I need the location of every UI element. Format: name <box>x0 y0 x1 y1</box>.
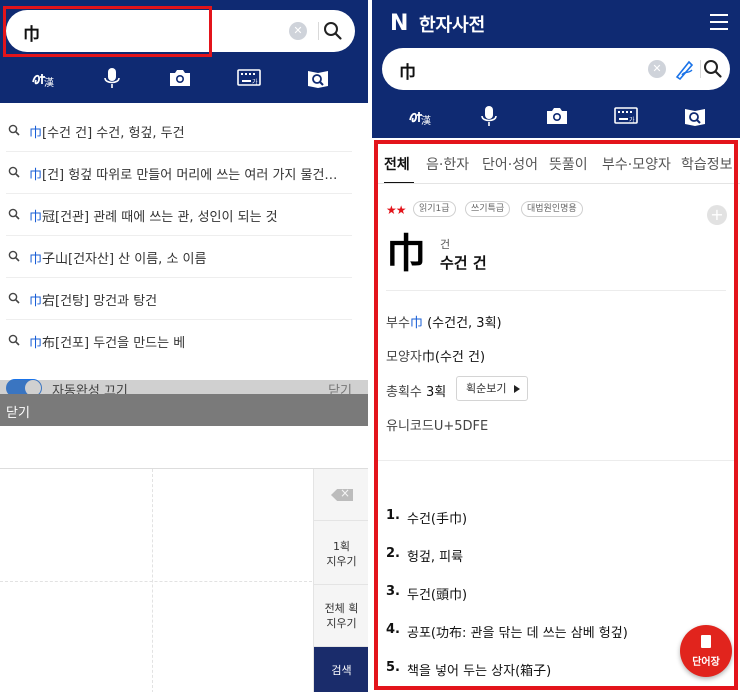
search-icon <box>8 292 20 304</box>
suggestion-item[interactable]: 巾[수건 건] 수건, 헝겊, 두건 <box>6 110 352 152</box>
search-divider <box>700 60 701 78</box>
suggestion-item[interactable]: 巾布[건포] 두건을 만드는 베 <box>6 320 352 362</box>
backspace-button[interactable] <box>314 469 368 521</box>
search-icon <box>8 166 20 178</box>
pad-search-button[interactable]: 검색 <box>314 647 368 692</box>
suggestion-text: 巾布[건포] 두건을 만드는 베 <box>29 336 186 351</box>
suggestion-item[interactable]: 巾宕[건탕] 망건과 탕건 <box>6 278 352 320</box>
page-title[interactable]: 한자사전 <box>419 11 485 37</box>
search-icon <box>8 208 20 220</box>
search-icon[interactable] <box>323 21 343 41</box>
left-header: 巾 ✕ 漢 가 <box>0 0 368 103</box>
suggestion-list: 巾[수건 건] 수건, 헝겊, 두건 巾[건] 헝겊 따위로 만들어 머리에 쓰… <box>0 110 368 362</box>
search-icon <box>8 250 20 262</box>
backspace-icon <box>331 489 353 501</box>
highlight-box <box>3 6 212 57</box>
svg-text:가: 가 <box>252 78 258 86</box>
input-tools-row: 漢 가 <box>372 100 740 134</box>
close-bar[interactable]: 닫기 <box>0 394 368 426</box>
clear-circle-icon[interactable]: ✕ <box>289 22 307 40</box>
highlight-frame <box>374 140 738 690</box>
svg-text:가: 가 <box>629 116 635 124</box>
input-tools-row: 漢 가 <box>0 62 368 96</box>
suggestion-item[interactable]: 巾[건] 헝겊 따위로 만들어 머리에 쓰는 여러 가지 물건의 통... <box>6 152 352 194</box>
search-divider <box>318 22 319 40</box>
search-icon <box>8 124 20 136</box>
delete-all-button[interactable]: 전체 획 지우기 <box>314 585 368 647</box>
keyboard-icon[interactable]: 가 <box>613 104 639 128</box>
delete-stroke-label: 지우기 <box>326 555 357 568</box>
hamburger-menu-icon[interactable] <box>710 14 728 30</box>
left-panel: 巾 ✕ 漢 가 巾[수건 건] 수건, 헝겊, 두건 巾[건] 헝겊 따위로 만… <box>0 0 368 692</box>
suggestion-text: 巾子山[건자산] 산 이름, 소 이름 <box>29 252 207 267</box>
book-search-icon[interactable] <box>305 66 331 90</box>
microphone-icon[interactable] <box>476 104 502 128</box>
delete-stroke-label: 1획 <box>332 540 351 553</box>
delete-stroke-button[interactable]: 1획 지우기 <box>314 521 368 585</box>
pad-controls: 1획 지우기 전체 획 지우기 검색 <box>313 469 368 692</box>
microphone-icon[interactable] <box>99 66 125 90</box>
camera-icon[interactable] <box>167 66 193 90</box>
handwriting-pad[interactable]: 1획 지우기 전체 획 지우기 검색 <box>0 468 368 692</box>
search-icon <box>8 334 20 346</box>
svg-text:漢: 漢 <box>44 76 54 89</box>
wordbook-button[interactable]: 단어장 <box>680 625 732 677</box>
clear-circle-icon[interactable]: ✕ <box>648 60 666 78</box>
suggestion-text: 巾[수건 건] 수건, 헝겊, 두건 <box>29 126 185 141</box>
camera-icon[interactable] <box>544 104 570 128</box>
dictionary-header: N 한자사전 巾 ✕ 漢 가 <box>372 0 740 138</box>
search-input[interactable]: 巾 <box>399 58 416 83</box>
right-panel: N 한자사전 巾 ✕ 漢 가 전체 음·한자 단어·성어 뜻풀이 부수·모양자 … <box>372 0 740 692</box>
suggestion-item[interactable]: 巾子山[건자산] 산 이름, 소 이름 <box>6 236 352 278</box>
handwriting-pen-icon[interactable] <box>674 58 696 80</box>
keyboard-icon[interactable]: 가 <box>236 66 262 90</box>
delete-all-label: 지우기 <box>326 617 357 630</box>
svg-text:漢: 漢 <box>421 114 431 127</box>
search-bar[interactable]: 巾 ✕ <box>382 48 730 90</box>
naver-logo[interactable]: N <box>390 11 412 36</box>
dim-overlay <box>0 380 368 394</box>
suggestion-text: 巾宕[건탕] 망건과 탕건 <box>29 294 158 309</box>
close-bar-label: 닫기 <box>6 406 30 421</box>
handwriting-icon[interactable]: 漢 <box>407 104 433 128</box>
wordbook-icon <box>701 635 711 648</box>
handwriting-icon[interactable]: 漢 <box>30 66 56 90</box>
suggestion-text: 巾[건] 헝겊 따위로 만들어 머리에 쓰는 여러 가지 물건의 통... <box>29 168 349 183</box>
delete-all-label: 전체 획 <box>324 602 359 615</box>
book-search-icon[interactable] <box>682 104 708 128</box>
suggestion-item[interactable]: 巾冠[건관] 관례 때에 쓰는 관, 성인이 되는 것 <box>6 194 352 236</box>
wordbook-label: 단어장 <box>692 657 720 668</box>
pad-grid-line <box>0 581 312 582</box>
search-icon[interactable] <box>703 59 723 79</box>
suggestion-text: 巾冠[건관] 관례 때에 쓰는 관, 성인이 되는 것 <box>29 210 278 225</box>
